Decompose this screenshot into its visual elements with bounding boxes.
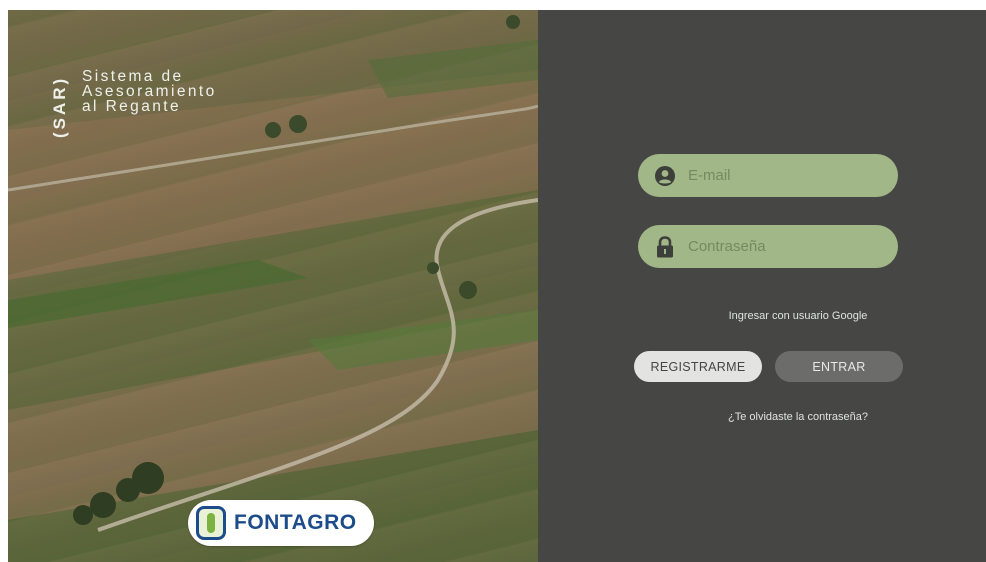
hero-landscape-image: (SAR) Sistema de Asesoramiento al Regant…: [8, 10, 538, 562]
lock-icon: [654, 235, 676, 258]
forgot-password-link[interactable]: ¿Te olvidaste la contraseña?: [638, 411, 958, 423]
brand-title-line: Asesoramiento: [82, 83, 217, 100]
google-login-link[interactable]: Ingresar con usuario Google: [638, 310, 958, 322]
brand-acronym: (SAR): [50, 75, 69, 138]
logo-name: FONTAGRO: [234, 511, 357, 534]
fontagro-logo: FONTAGRO: [188, 500, 374, 546]
register-button[interactable]: REGISTRARME: [634, 351, 762, 382]
email-field[interactable]: [638, 153, 898, 198]
password-input[interactable]: [686, 224, 880, 269]
fontagro-wheat-logo-icon: [196, 506, 226, 540]
email-input[interactable]: [686, 153, 880, 198]
brand-title-line: al Regante: [82, 98, 181, 115]
password-field[interactable]: [638, 224, 898, 269]
login-panel: Ingresar con usuario Google REGISTRARME …: [538, 10, 986, 562]
enter-button[interactable]: ENTRAR: [775, 351, 903, 382]
user-circle-icon: [654, 165, 676, 187]
brand-title-line: Sistema de: [82, 68, 184, 85]
brand-title: Sistema de Asesoramiento al Regante: [82, 68, 282, 115]
